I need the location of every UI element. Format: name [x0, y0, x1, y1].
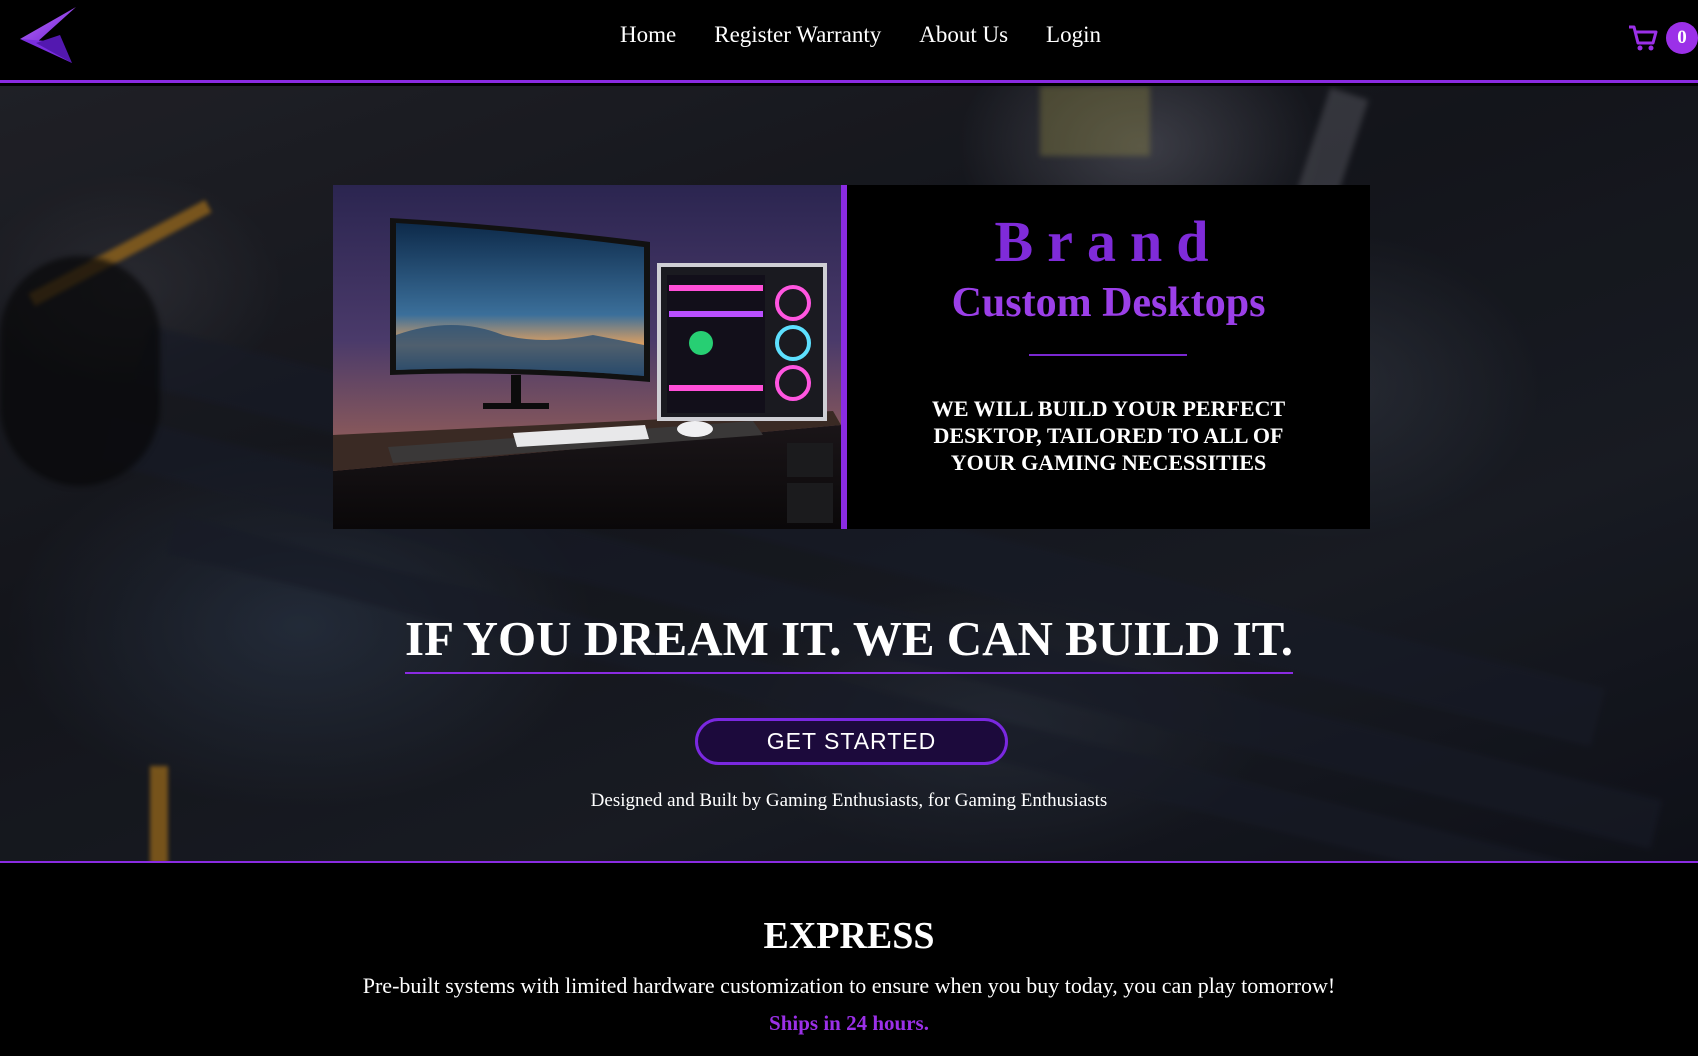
nav-about-us-link[interactable]: About Us [919, 22, 1008, 48]
nav-login-link[interactable]: Login [1046, 22, 1101, 48]
brand-panel: Brand Custom Desktops WE WILL BUILD YOUR… [847, 185, 1370, 529]
gaming-setup-illustration [333, 218, 841, 529]
navbar: Home Register Warranty About Us Login 0 [0, 0, 1698, 83]
nav-register-warranty-link[interactable]: Register Warranty [714, 22, 881, 48]
brand-title: Brand [994, 209, 1223, 274]
express-section: EXPRESS Pre-built systems with limited h… [0, 865, 1698, 1056]
shopping-cart-icon[interactable] [1628, 24, 1658, 52]
hero-section: Brand Custom Desktops WE WILL BUILD YOUR… [0, 86, 1698, 863]
express-description: Pre-built systems with limited hardware … [362, 973, 1336, 998]
hero-caption: Designed and Built by Gaming Enthusiasts… [590, 790, 1108, 811]
gaming-desktop-image [333, 185, 847, 529]
hero-headline-text: IF YOU DREAM IT. WE CAN BUILD IT. [405, 611, 1293, 674]
cart-button[interactable]: 0 [1622, 22, 1698, 54]
cart-count-badge[interactable]: 0 [1666, 22, 1698, 54]
brand-divider [1029, 354, 1187, 356]
express-ship-note: Ships in 24 hours. [769, 1011, 929, 1035]
get-started-button[interactable]: GET STARTED [695, 718, 1008, 765]
feature-card: Brand Custom Desktops WE WILL BUILD YOUR… [333, 185, 1370, 529]
hero-headline: IF YOU DREAM IT. WE CAN BUILD IT. [0, 610, 1698, 674]
express-title: EXPRESS [763, 915, 935, 957]
brand-tagline: WE WILL BUILD YOUR PERFECT DESKTOP, TAIL… [931, 396, 1286, 475]
nav-home-link[interactable]: Home [620, 22, 676, 48]
brand-subtitle: Custom Desktops [951, 280, 1266, 326]
main-nav: Home Register Warranty About Us Login [0, 22, 1698, 48]
